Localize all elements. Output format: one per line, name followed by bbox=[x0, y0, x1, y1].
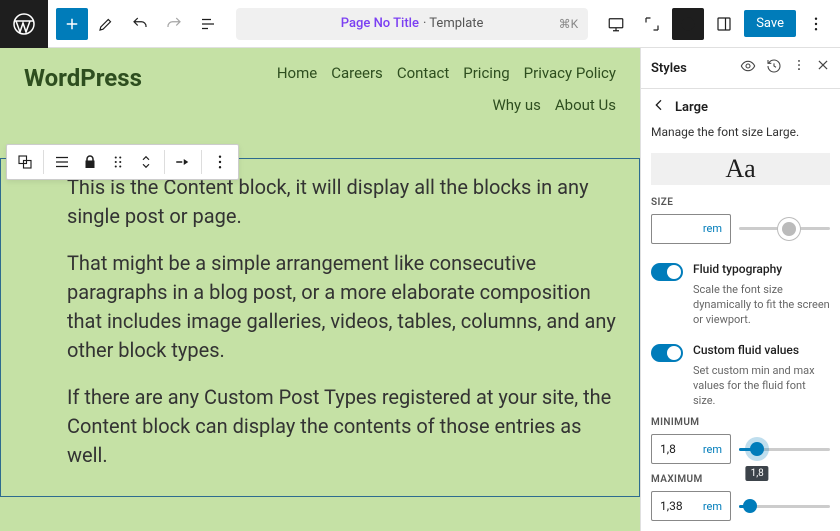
fluid-typography-toggle[interactable] bbox=[651, 263, 683, 281]
more-options-button[interactable] bbox=[800, 8, 832, 40]
drag-handle[interactable] bbox=[104, 148, 132, 176]
align-button[interactable] bbox=[169, 148, 197, 176]
back-button[interactable] bbox=[651, 97, 667, 117]
block-type-button[interactable] bbox=[48, 148, 76, 176]
block-more-options[interactable] bbox=[206, 148, 234, 176]
minimum-slider[interactable]: 1,8 bbox=[739, 448, 830, 451]
font-preview: Aa bbox=[651, 153, 830, 185]
maximum-value: 1,38 bbox=[660, 499, 683, 513]
custom-fluid-help: Set custom min and max values for the fl… bbox=[641, 364, 840, 417]
size-input[interactable]: rem bbox=[651, 214, 731, 244]
custom-fluid-label: Custom fluid values bbox=[693, 343, 799, 362]
redo-button[interactable] bbox=[158, 8, 190, 40]
content-paragraph[interactable]: That might be a simple arrangement like … bbox=[67, 249, 619, 365]
content-paragraph[interactable]: If there are any Custom Post Types regis… bbox=[67, 383, 619, 470]
minimum-label: MINIMUM bbox=[641, 417, 840, 428]
document-overview-button[interactable] bbox=[192, 8, 224, 40]
panel-close-icon[interactable] bbox=[816, 58, 830, 78]
nav-item[interactable]: Home bbox=[277, 64, 317, 82]
undo-button[interactable] bbox=[124, 8, 156, 40]
nav-item[interactable]: Why us bbox=[492, 96, 540, 114]
block-toolbar bbox=[6, 144, 239, 180]
minimum-unit[interactable]: rem bbox=[703, 443, 722, 456]
lock-button[interactable] bbox=[76, 148, 104, 176]
content-block[interactable]: This is the Content block, it will displ… bbox=[0, 158, 640, 497]
add-block-button[interactable] bbox=[56, 8, 88, 40]
minimum-value: 1,8 bbox=[660, 442, 676, 456]
move-up-down-button[interactable] bbox=[132, 148, 160, 176]
content-paragraph[interactable]: This is the Content block, it will displ… bbox=[67, 173, 619, 231]
panel-description: Manage the font size Large. bbox=[641, 125, 840, 149]
site-nav: Home Careers Contact Pricing Privacy Pol… bbox=[236, 64, 616, 114]
maximum-input[interactable]: 1,38 rem bbox=[651, 491, 731, 521]
size-unit[interactable]: rem bbox=[703, 222, 722, 235]
minimum-tooltip: 1,8 bbox=[746, 466, 769, 481]
toolbar-right: Save bbox=[600, 8, 840, 40]
site-header: WordPress Home Careers Contact Pricing P… bbox=[0, 48, 640, 122]
select-parent-button[interactable] bbox=[11, 148, 39, 176]
topbar: Page No Title · Template ⌘K Save bbox=[0, 0, 840, 48]
panel-title: Styles bbox=[651, 61, 687, 76]
stylebook-icon[interactable] bbox=[740, 58, 756, 78]
maximum-slider[interactable] bbox=[739, 505, 830, 508]
nav-item[interactable]: Privacy Policy bbox=[524, 64, 616, 82]
nav-item[interactable]: Pricing bbox=[463, 64, 509, 82]
style-contrast-button[interactable] bbox=[672, 8, 704, 40]
maximum-label: MAXIMUM bbox=[641, 474, 840, 485]
wp-logo[interactable] bbox=[0, 0, 48, 48]
document-title: Page No Title bbox=[341, 16, 419, 31]
site-title[interactable]: WordPress bbox=[24, 64, 142, 92]
zoom-button[interactable] bbox=[636, 8, 668, 40]
nav-item[interactable]: Contact bbox=[397, 64, 449, 82]
minimum-input[interactable]: 1,8 rem bbox=[651, 434, 731, 464]
save-button[interactable]: Save bbox=[744, 10, 796, 37]
toolbar-left bbox=[48, 8, 224, 40]
command-shortcut: ⌘K bbox=[559, 17, 579, 31]
document-mode: · Template bbox=[423, 16, 483, 31]
settings-panel-toggle[interactable] bbox=[708, 8, 740, 40]
settings-panel: Styles Large Manage the font size Large.… bbox=[640, 48, 840, 531]
custom-fluid-toggle[interactable] bbox=[651, 344, 683, 362]
edit-mode-button[interactable] bbox=[90, 8, 122, 40]
revisions-icon[interactable] bbox=[766, 58, 782, 78]
fluid-typography-help: Scale the font size dynamically to fit t… bbox=[641, 283, 840, 336]
nav-item[interactable]: About Us bbox=[555, 96, 616, 114]
nav-item[interactable]: Careers bbox=[331, 64, 383, 82]
fluid-typography-label: Fluid typography bbox=[693, 262, 782, 281]
view-desktop-button[interactable] bbox=[600, 8, 632, 40]
maximum-unit[interactable]: rem bbox=[703, 500, 722, 513]
panel-breadcrumb: Large bbox=[675, 100, 708, 115]
document-title-bar[interactable]: Page No Title · Template ⌘K bbox=[236, 8, 588, 40]
size-slider[interactable] bbox=[739, 227, 830, 230]
size-label: SIZE bbox=[641, 197, 840, 208]
editor-canvas[interactable]: WordPress Home Careers Contact Pricing P… bbox=[0, 48, 640, 531]
panel-more-icon[interactable] bbox=[792, 58, 806, 78]
